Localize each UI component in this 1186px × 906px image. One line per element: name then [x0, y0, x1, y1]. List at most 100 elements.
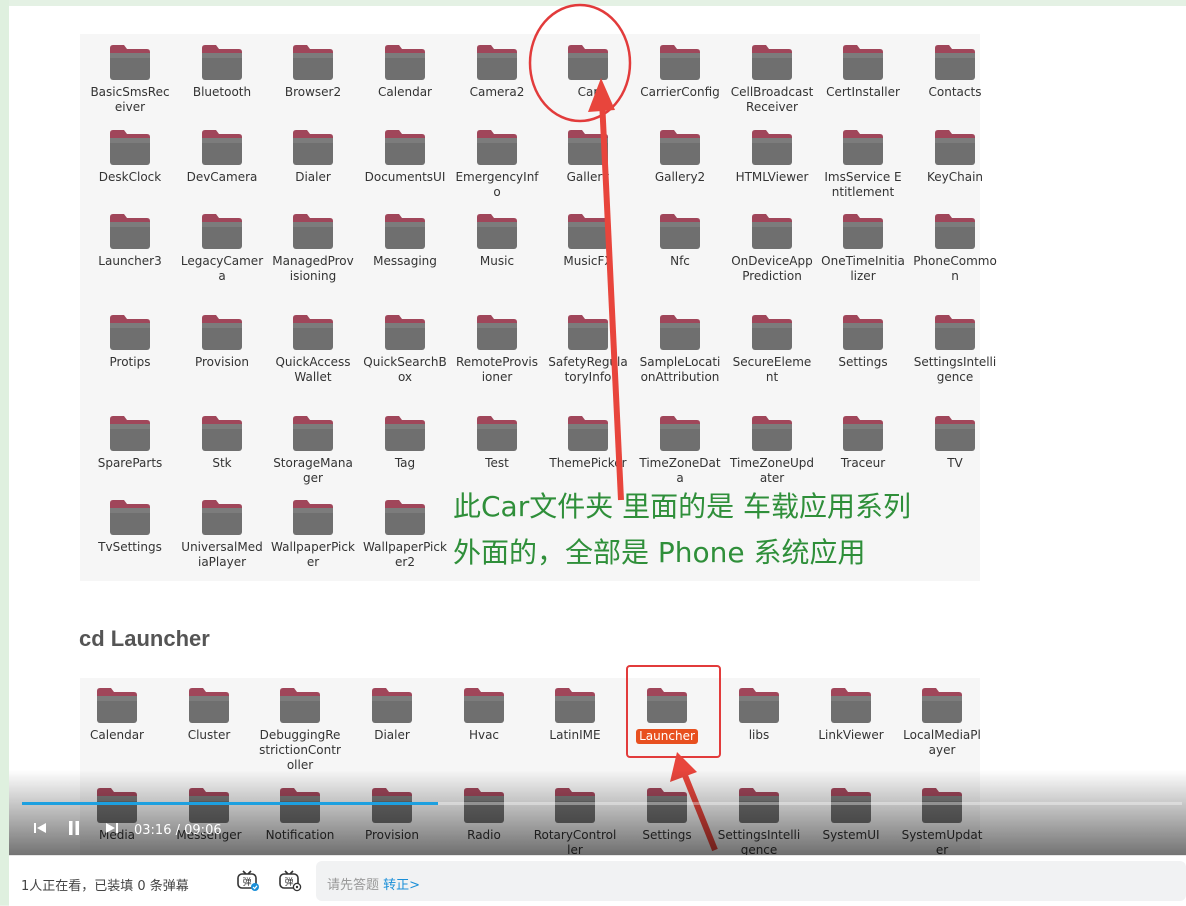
- folder-icon: [843, 130, 883, 165]
- folder-item[interactable]: Gallery2: [635, 127, 725, 185]
- folder-item[interactable]: TimeZoneUpdater: [727, 413, 817, 486]
- folder-item[interactable]: EmergencyInfo: [452, 127, 542, 200]
- folder-item[interactable]: MusicFX: [543, 211, 633, 269]
- danmaku-toggle-icon[interactable]: 弹: [236, 870, 260, 892]
- skip-previous-icon[interactable]: [33, 820, 47, 839]
- folder-item[interactable]: ManagedProvisioning: [268, 211, 358, 284]
- folder-item[interactable]: UniversalMediaPlayer: [177, 497, 267, 570]
- bottom-bar: 1人正在看，已装填 0 条弹幕 弹 弹 请先答题 转正>: [9, 855, 1186, 906]
- folder-item[interactable]: LatinIME: [530, 685, 620, 743]
- folder-icon: [477, 214, 517, 249]
- folder-label: QuickSearchBox: [363, 355, 447, 384]
- folder-item[interactable]: RemoteProvisioner: [452, 312, 542, 385]
- folder-item[interactable]: libs: [714, 685, 804, 743]
- folder-item[interactable]: Test: [452, 413, 542, 471]
- folder-item[interactable]: Stk: [177, 413, 267, 471]
- folder-item[interactable]: WallpaperPicker: [268, 497, 358, 570]
- folder-icon: [843, 416, 883, 451]
- folder-icon: [202, 214, 242, 249]
- folder-item[interactable]: Traceur: [818, 413, 908, 471]
- folder-icon: [293, 315, 333, 350]
- folder-icon: [110, 45, 150, 80]
- skip-next-icon[interactable]: [105, 820, 119, 839]
- video-player[interactable]: BasicSmsReceiver Bluetooth Browser2 Calenda…: [9, 0, 1186, 855]
- folder-label: TimeZoneData: [639, 456, 721, 485]
- folder-item[interactable]: DeskClock: [85, 127, 175, 185]
- folder-item[interactable]: Dialer: [347, 685, 437, 743]
- folder-item[interactable]: Cluster: [164, 685, 254, 743]
- folder-item[interactable]: DebuggingRestrictionController: [255, 685, 345, 773]
- folder-item[interactable]: SampleLocationAttribution: [635, 312, 725, 385]
- folder-item[interactable]: TV: [910, 413, 1000, 471]
- folder-item[interactable]: CellBroadcastReceiver: [727, 42, 817, 115]
- folder-item[interactable]: SecureElement: [727, 312, 817, 385]
- folder-item[interactable]: SafetyRegulatoryInfo: [543, 312, 633, 385]
- folder-label: OnDeviceAppPrediction: [731, 254, 813, 283]
- folder-item[interactable]: DocumentsUI: [360, 127, 450, 185]
- svg-text:弹: 弹: [242, 876, 251, 888]
- folder-item[interactable]: Camera2: [452, 42, 542, 100]
- folder-label: DevCamera: [186, 170, 258, 184]
- folder-item[interactable]: Nfc: [635, 211, 725, 269]
- folder-item[interactable]: Provision: [177, 312, 267, 370]
- pause-icon[interactable]: [67, 820, 81, 840]
- folder-label: ThemePicker: [549, 456, 627, 470]
- folder-item[interactable]: Gallery: [543, 127, 633, 185]
- folder-item[interactable]: PhoneCommon: [910, 211, 1000, 284]
- folder-item[interactable]: Music: [452, 211, 542, 269]
- folder-item[interactable]: BasicSmsReceiver: [85, 42, 175, 115]
- folder-label: Hvac: [468, 728, 500, 742]
- folder-item[interactable]: Launcher3: [85, 211, 175, 269]
- folder-item[interactable]: Calendar: [360, 42, 450, 100]
- folder-item[interactable]: TvSettings: [85, 497, 175, 555]
- folder-item[interactable]: SettingsIntelligence: [910, 312, 1000, 385]
- folder-icon: [110, 416, 150, 451]
- folder-item[interactable]: TimeZoneData: [635, 413, 725, 486]
- folder-item[interactable]: Protips: [85, 312, 175, 370]
- time-display: 03:16 / 09:06: [134, 823, 222, 838]
- folder-icon: [97, 688, 137, 723]
- folder-item[interactable]: LinkViewer: [806, 685, 896, 743]
- folder-label: TimeZoneUpdater: [730, 456, 814, 485]
- folder-item[interactable]: QuickAccessWallet: [268, 312, 358, 385]
- folder-item[interactable]: Calendar: [72, 685, 162, 743]
- folder-item[interactable]: KeyChain: [910, 127, 1000, 185]
- folder-item[interactable]: CertInstaller: [818, 42, 908, 100]
- folder-item[interactable]: OnDeviceAppPrediction: [727, 211, 817, 284]
- danmaku-settings-icon[interactable]: 弹: [278, 870, 302, 892]
- folder-item[interactable]: SpareParts: [85, 413, 175, 471]
- folder-item[interactable]: Bluetooth: [177, 42, 267, 100]
- folder-item[interactable]: HTMLViewer: [727, 127, 817, 185]
- folder-icon: [660, 130, 700, 165]
- folder-item[interactable]: LocalMediaPlayer: [897, 685, 987, 758]
- folder-item[interactable]: Contacts: [910, 42, 1000, 100]
- progress-bar[interactable]: [22, 802, 1182, 805]
- comment-placeholder: 请先答题: [327, 878, 380, 893]
- folder-item[interactable]: WallpaperPicker2: [360, 497, 450, 570]
- folder-item[interactable]: QuickSearchBox: [360, 312, 450, 385]
- folder-icon: [477, 45, 517, 80]
- folder-item[interactable]: Browser2: [268, 42, 358, 100]
- comment-input[interactable]: 请先答题 转正>: [316, 861, 1186, 901]
- folder-item[interactable]: ThemePicker: [543, 413, 633, 471]
- folder-label: Tag: [394, 456, 416, 470]
- folder-item[interactable]: Hvac: [439, 685, 529, 743]
- folder-icon: [831, 688, 871, 723]
- folder-item[interactable]: Dialer: [268, 127, 358, 185]
- folder-icon: [752, 416, 792, 451]
- folder-icon: [568, 315, 608, 350]
- comment-answer-link[interactable]: 转正>: [383, 878, 420, 893]
- folder-item[interactable]: StorageManager: [268, 413, 358, 486]
- folder-item[interactable]: Settings: [818, 312, 908, 370]
- folder-item[interactable]: DevCamera: [177, 127, 267, 185]
- folder-item[interactable]: ImsService Entitlement: [818, 127, 908, 200]
- folder-label: CellBroadcastReceiver: [730, 85, 814, 114]
- folder-item[interactable]: LegacyCamera: [177, 211, 267, 284]
- folder-item[interactable]: CarrierConfig: [635, 42, 725, 100]
- folder-label: TvSettings: [98, 540, 162, 554]
- folder-label: Dialer: [374, 728, 410, 742]
- folder-item[interactable]: Car: [543, 42, 633, 100]
- folder-item[interactable]: Messaging: [360, 211, 450, 269]
- folder-item[interactable]: Tag: [360, 413, 450, 471]
- folder-item[interactable]: OneTimeInitializer: [818, 211, 908, 284]
